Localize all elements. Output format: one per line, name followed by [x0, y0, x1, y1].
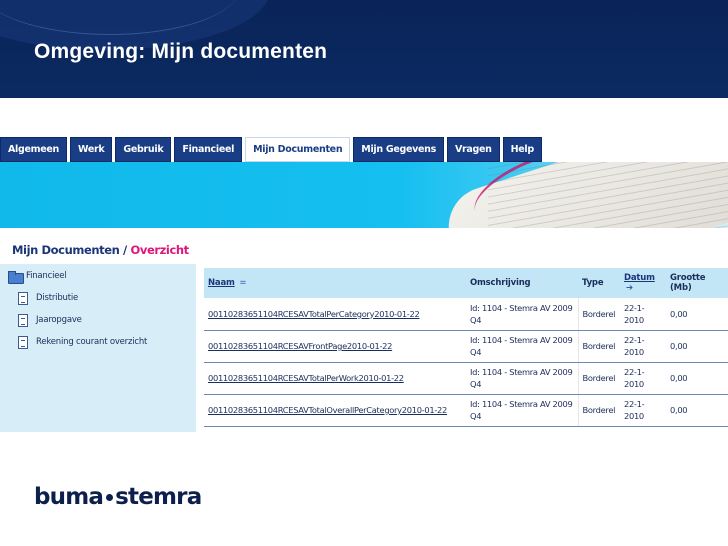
tree-item-rekening-courant[interactable]: Rekening courant overzicht [0, 334, 196, 350]
portal-banner [0, 162, 728, 228]
tree-item-label: Rekening courant overzicht [36, 337, 148, 347]
cell-omschrijving: Id: 1104 - Stemra AV 2009 Q4 [466, 394, 579, 427]
document-link[interactable]: 00110283651104RCESAVTotalPerWork2010-01-… [204, 362, 466, 395]
sort-arrow-icon: ➔ [626, 283, 633, 293]
column-header-grootte[interactable]: Grootte (Mb) [666, 268, 728, 298]
tab-algemeen[interactable]: Algemeen [0, 137, 68, 162]
cell-datum: 22-1-2010 [620, 362, 666, 395]
tree-item-label: Jaaropgave [36, 315, 82, 325]
document-link[interactable]: 00110283651104RCESAVTotalPerCategory2010… [204, 298, 466, 331]
column-header-datum[interactable]: Datum ➔ [620, 268, 666, 298]
tab-mijn-documenten[interactable]: Mijn Documenten [245, 137, 351, 162]
tree-item-label: Distributie [36, 293, 79, 303]
folder-open-icon [8, 270, 24, 284]
document-icon [18, 335, 28, 349]
breadcrumb-current: Overzicht [130, 243, 189, 257]
tab-financieel[interactable]: Financieel [174, 137, 243, 162]
cell-type: Borderel [578, 298, 620, 331]
logo-dot [106, 493, 114, 501]
logo-text-stemra: stemra [115, 484, 202, 510]
portal-screenshot: Algemeen Werk Gebruik Financieel Mijn Do… [0, 132, 728, 432]
cell-type: Borderel [578, 362, 620, 395]
column-header-type[interactable]: Type [578, 268, 620, 298]
tab-help[interactable]: Help [502, 137, 542, 162]
documents-table-container: Naam = Omschrijving Type Datum ➔ Grootte… [204, 268, 728, 432]
breadcrumb-parent[interactable]: Mijn Documenten [12, 243, 120, 257]
table-row[interactable]: 00110283651104RCESAVTotalOverallPerCateg… [204, 394, 728, 427]
slide-header: Omgeving: Mijn documenten [0, 0, 728, 98]
document-icon [18, 291, 28, 305]
tree-item-distributie[interactable]: Distributie [0, 290, 196, 306]
cell-datum: 22-1-2010 [620, 298, 666, 331]
tab-gebruik[interactable]: Gebruik [115, 137, 172, 162]
sort-icon: = [239, 278, 247, 288]
table-row[interactable]: 00110283651104RCESAVTotalPerCategory2010… [204, 298, 728, 331]
document-link[interactable]: 00110283651104RCESAVFrontPage2010-01-22 [204, 330, 466, 363]
cell-type: Borderel [578, 330, 620, 363]
breadcrumb-separator: / [123, 243, 127, 257]
cell-datum: 22-1-2010 [620, 394, 666, 427]
cell-datum: 22-1-2010 [620, 330, 666, 363]
document-tree: Financieel Distributie Jaaropgave Rekeni… [0, 264, 196, 432]
column-header-naam[interactable]: Naam = [204, 268, 466, 298]
document-link[interactable]: 00110283651104RCESAVTotalOverallPerCateg… [204, 394, 466, 427]
table-header-row: Naam = Omschrijving Type Datum ➔ Grootte… [204, 268, 728, 298]
tab-vragen[interactable]: Vragen [446, 137, 500, 162]
cell-grootte: 0,00 [666, 330, 728, 363]
tab-mijn-gegevens[interactable]: Mijn Gegevens [353, 137, 444, 162]
buma-stemra-logo: buma stemra [34, 484, 202, 510]
breadcrumb: Mijn Documenten / Overzicht [12, 243, 189, 257]
tree-folder-label: Financieel [26, 271, 67, 281]
tree-folder-financieel[interactable]: Financieel [0, 268, 196, 284]
column-label-naam: Naam [208, 278, 235, 288]
tree-item-jaaropgave[interactable]: Jaaropgave [0, 312, 196, 328]
cell-grootte: 0,00 [666, 394, 728, 427]
column-label-datum: Datum [624, 273, 655, 283]
table-row[interactable]: 00110283651104RCESAVFrontPage2010-01-22 … [204, 330, 728, 363]
cell-grootte: 0,00 [666, 362, 728, 395]
table-row[interactable]: 00110283651104RCESAVTotalPerWork2010-01-… [204, 362, 728, 395]
main-tab-bar: Algemeen Werk Gebruik Financieel Mijn Do… [0, 137, 545, 162]
cell-omschrijving: Id: 1104 - Stemra AV 2009 Q4 [466, 362, 579, 395]
cell-grootte: 0,00 [666, 298, 728, 331]
document-icon [18, 313, 28, 327]
cell-omschrijving: Id: 1104 - Stemra AV 2009 Q4 [466, 298, 579, 331]
slide-title: Omgeving: Mijn documenten [34, 40, 328, 63]
logo-text-buma: buma [34, 484, 104, 510]
column-header-omschrijving[interactable]: Omschrijving [466, 268, 578, 298]
tab-werk[interactable]: Werk [70, 137, 113, 162]
cell-type: Borderel [578, 394, 620, 427]
cell-omschrijving: Id: 1104 - Stemra AV 2009 Q4 [466, 330, 579, 363]
documents-table: Naam = Omschrijving Type Datum ➔ Grootte… [204, 268, 728, 427]
